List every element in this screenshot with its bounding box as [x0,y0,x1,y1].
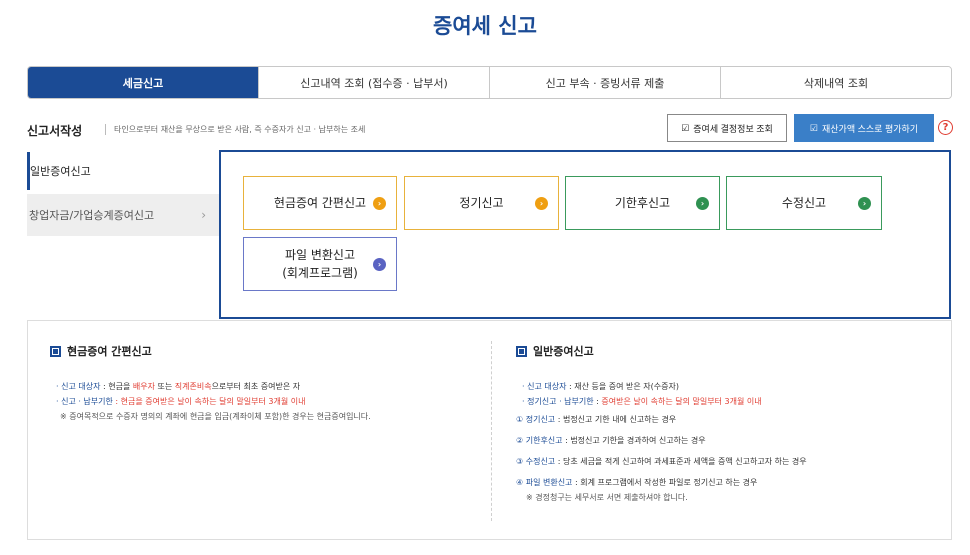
card-label: 정기신고 [459,196,504,210]
info-box: 현금증여 간편신고 · 신고 대상자 : 현금을 배우자 또는 직계존비속으로부… [27,320,952,540]
info-item-number: ② [516,436,524,445]
info-item: ④ 파일 변환신고 : 회계 프로그램에서 작성한 파일로 정기신고 하는 경우 [516,475,807,490]
info-right: 일반증여신고 · 신고 대상자 : 재산 등을 증여 받은 자(수증자) · 정… [516,343,807,505]
info-text: 또는 [154,382,175,391]
page-title: 증여세 신고 [433,14,537,38]
info-highlight: 배우자 [132,382,155,391]
info-key: 기한후신고 [525,436,563,445]
sidebar-item-startup-succession[interactable]: 창업자금/가업승계증여신고 › [27,194,220,236]
write-row: 신고서작성 타인으로부터 재산을 무상으로 받은 사람, 즉 수증자가 신고 ·… [27,114,957,144]
info-text: : 현금을 [100,382,133,391]
card-label-line2: (회계프로그램) [282,266,358,280]
self-evaluate-button[interactable]: ☑ 재산가액 스스로 평가하기 [794,114,934,142]
checkbox-icon: ☑ [809,122,818,133]
decision-info-button[interactable]: ☑ 증여세 결정정보 조회 [667,114,787,142]
info-item-number: ④ [516,478,524,487]
info-item-number: ① [516,415,524,424]
info-line: · 신고 · 납부기한 : 현금을 증여받은 날이 속하는 달의 말일부터 3개… [50,394,371,409]
info-key: 파일 변환신고 [525,478,573,487]
card-regular-filing[interactable]: 정기신고 › [404,176,559,230]
info-key: 수정신고 [525,457,556,466]
decision-info-label: 증여세 결정정보 조회 [693,123,773,134]
info-note-text: ※ 경정청구는 세무서로 서면 제출하셔야 합니다. [526,493,688,502]
info-heading: 현금증여 간편신고 [50,343,371,359]
section-title: 신고서작성 [27,124,83,138]
filing-type-panel: 현금증여 간편신고 › 정기신고 › 기한후신고 › 수정신고 › 파일 변환신… [219,150,951,319]
section-description: 타인으로부터 재산을 무상으로 받은 사람, 즉 수증자가 신고 · 납부하는 … [105,124,365,135]
info-note: ※ 증여목적으로 수증자 명의의 계좌에 현금을 입금(계좌이체 포함)한 경우… [50,409,371,424]
info-text: 으로부터 최초 증여받은 자 [211,382,301,391]
info-item: ③ 수정신고 : 당초 세금을 적게 신고하여 과세표준과 세액을 증액 신고하… [516,454,807,469]
info-highlight: 직계존비속 [174,382,212,391]
arrow-right-icon: › [535,197,548,210]
info-key: · 정기신고 · 납부기한 [522,397,594,406]
info-highlight: : 현금을 증여받은 날이 속하는 달의 말일부터 3개월 이내 [112,397,306,406]
card-label-wrap: 파일 변환신고 (회계프로그램) [282,246,358,282]
info-text: : 당초 세금을 적게 신고하여 과세표준과 세액을 증액 신고하고자 하는 경… [555,457,807,466]
divider [491,341,492,521]
info-item: ① 정기신고 : 법정신고 기한 내에 신고하는 경우 [516,412,807,427]
help-icon[interactable]: ? [938,120,953,135]
self-evaluate-label: 재산가액 스스로 평가하기 [821,123,919,134]
info-left: 현금증여 간편신고 · 신고 대상자 : 현금을 배우자 또는 직계존비속으로부… [50,343,371,424]
sidebar-item-label: 창업자금/가업승계증여신고 [29,209,155,222]
square-bullet-icon [516,345,527,357]
info-line: · 신고 대상자 : 현금을 배우자 또는 직계존비속으로부터 최초 증여받은 … [50,379,371,394]
card-label: 현금증여 간편신고 [273,196,367,210]
card-cash-simple-filing[interactable]: 현금증여 간편신고 › [243,176,397,230]
checkbox-icon: ☑ [681,122,690,133]
square-bullet-icon [50,345,61,357]
info-key: · 신고 대상자 [522,382,567,391]
info-key: · 신고 · 납부기한 [56,397,113,406]
card-late-filing[interactable]: 기한후신고 › [565,176,720,230]
info-note: ※ 경정청구는 세무서로 서면 제출하셔야 합니다. [516,490,807,505]
sidebar-item-general-gift[interactable]: 일반증여신고 [27,152,220,190]
arrow-right-icon: › [373,258,386,271]
arrow-right-icon: › [696,197,709,210]
card-label-line1: 파일 변환신고 [284,248,356,262]
info-highlight: 증여받은 날이 속하는 달의 말일부터 3개월 이내 [601,397,762,406]
info-text: : 법정신고 기한을 경과하여 신고하는 경우 [562,436,706,445]
info-item-number: ③ [516,457,524,466]
tab-attachment-submit[interactable]: 신고 부속 · 증빙서류 제출 [489,67,720,98]
info-item: ② 기한후신고 : 법정신고 기한을 경과하여 신고하는 경우 [516,433,807,448]
tab-deleted-history[interactable]: 삭제내역 조회 [720,67,951,98]
info-text: : 회계 프로그램에서 작성한 파일로 정기신고 하는 경우 [572,478,758,487]
info-heading-text: 일반증여신고 [533,345,594,358]
info-line: · 신고 대상자 : 재산 등을 증여 받은 자(수증자) [516,379,807,394]
card-file-conversion-filing[interactable]: 파일 변환신고 (회계프로그램) › [243,237,397,291]
info-line: · 정기신고 · 납부기한 : 증여받은 날이 속하는 달의 말일부터 3개월 … [516,394,807,409]
card-amended-filing[interactable]: 수정신고 › [726,176,882,230]
sidebar-item-label: 일반증여신고 [30,165,91,178]
info-note-text: ※ 증여목적으로 수증자 명의의 계좌에 현금을 입금(계좌이체 포함)한 경우… [60,412,371,421]
card-label: 기한후신고 [614,196,671,210]
info-text: : 재산 등을 증여 받은 자(수증자) [566,382,679,391]
info-text: : 법정신고 기한 내에 신고하는 경우 [555,415,677,424]
info-heading: 일반증여신고 [516,343,807,359]
tab-bar: 세금신고 신고내역 조회 (접수증 · 납부서) 신고 부속 · 증빙서류 제출… [27,66,952,99]
sidebar: 일반증여신고 창업자금/가업승계증여신고 › [27,152,220,236]
card-label: 수정신고 [781,196,827,210]
tab-tax-filing[interactable]: 세금신고 [28,67,258,98]
chevron-right-icon: › [201,208,206,222]
info-heading-text: 현금증여 간편신고 [67,345,152,358]
arrow-right-icon: › [373,197,386,210]
info-key: 정기신고 [525,415,556,424]
info-key: · 신고 대상자 [56,382,101,391]
tab-filing-history[interactable]: 신고내역 조회 (접수증 · 납부서) [258,67,489,98]
arrow-right-icon: › [858,197,871,210]
